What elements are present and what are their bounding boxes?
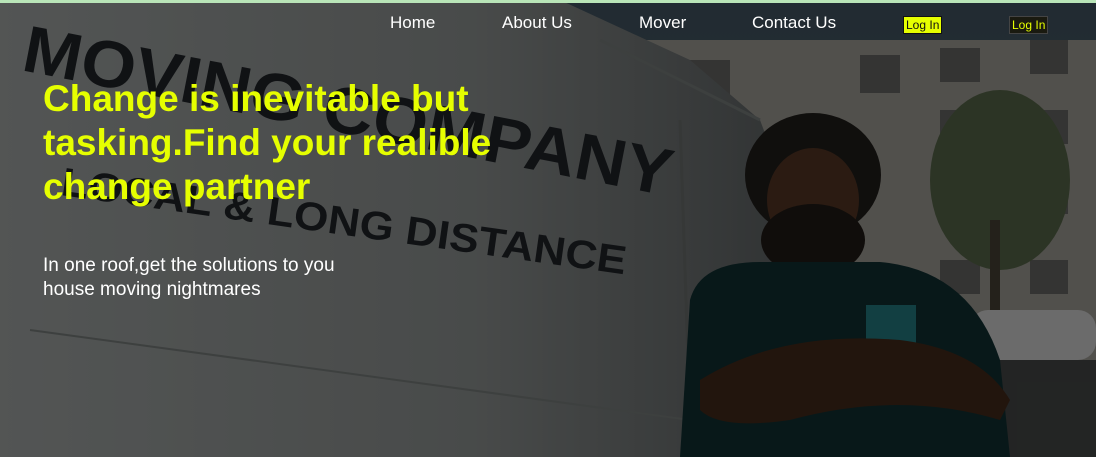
nav-link-about-us[interactable]: About Us [502,12,572,34]
hero-overlay [0,0,1096,457]
top-navigation: Home About Us Mover Contact Us Log In Lo… [0,12,1096,38]
hero-subtitle: In one roof,get the solutions to you hou… [43,255,335,300]
nav-link-mover[interactable]: Mover [639,12,686,34]
top-border [0,0,1096,3]
login-button-primary[interactable]: Log In [903,16,943,34]
hero-headline: Change is inevitable but tasking.Find yo… [43,78,492,207]
landing-page: MOVING COMPANY LOCAL & LONG DISTANCE Hom… [0,0,1096,457]
nav-link-contact-us[interactable]: Contact Us [752,12,836,34]
nav-link-home[interactable]: Home [390,12,435,34]
hero-background-image: MOVING COMPANY LOCAL & LONG DISTANCE [0,0,1096,457]
login-button-secondary[interactable]: Log In [1009,16,1049,34]
